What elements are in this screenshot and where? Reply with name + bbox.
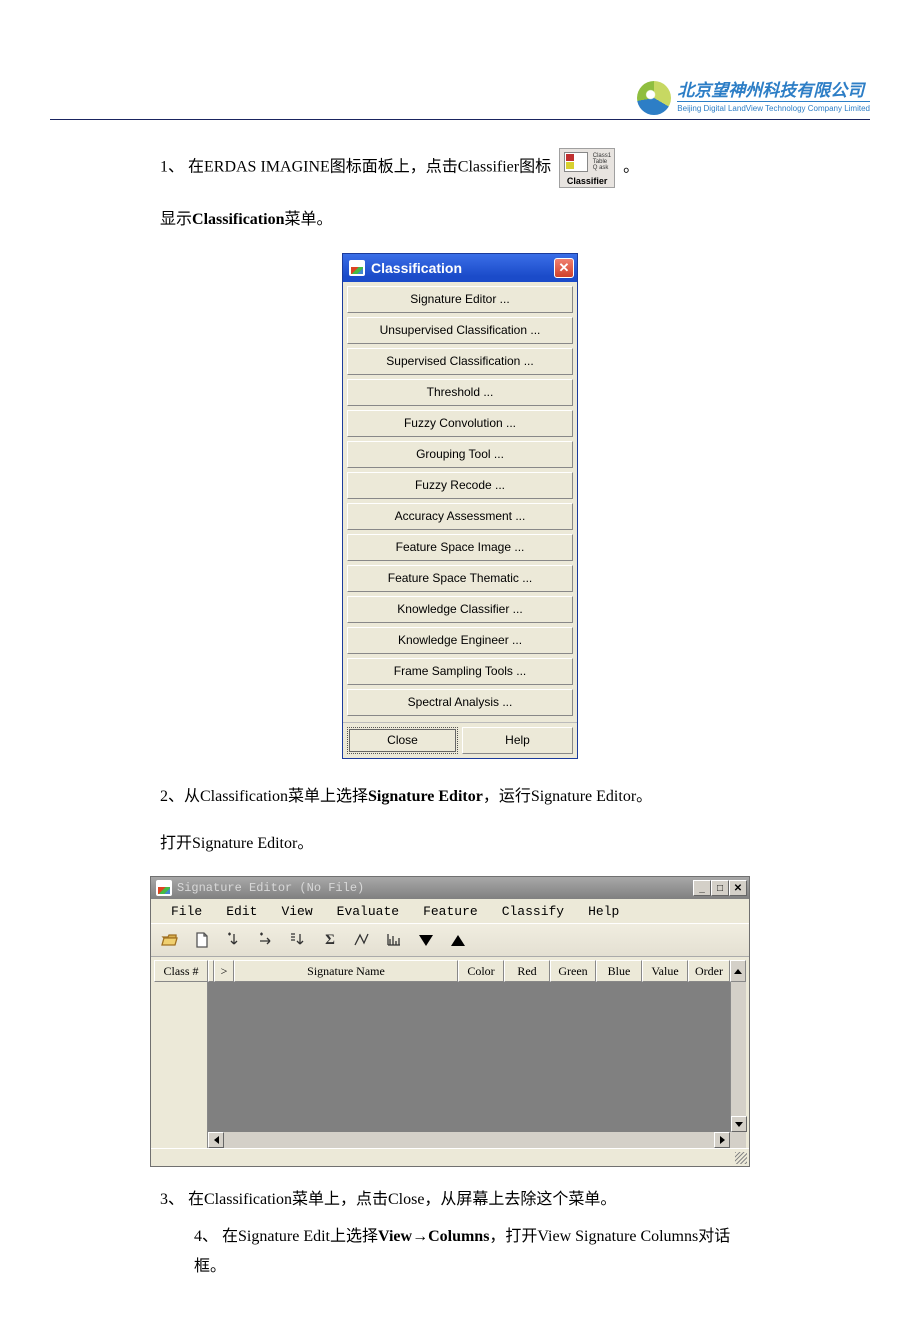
classifier-toolbar-icon: Class1TableQ ask Classifier (559, 148, 615, 188)
menu-frame-sampling-tools[interactable]: Frame Sampling Tools ... (347, 658, 573, 685)
step-1-text-b: 。 (623, 159, 639, 176)
new-icon[interactable] (191, 929, 213, 951)
add-down-icon[interactable] (223, 929, 245, 951)
company-name-cn: 北京望神州科技有限公司 (677, 82, 870, 99)
step-4: 4、 在Signature Edit上选择View→Columns，打开View… (160, 1222, 760, 1283)
sig-title-text: Signature Editor (No File) (177, 881, 364, 895)
menu-knowledge-engineer[interactable]: Knowledge Engineer ... (347, 627, 573, 654)
sig-titlebar[interactable]: Signature Editor (No File) _ □ ✕ (151, 877, 749, 899)
menu-accuracy-assessment[interactable]: Accuracy Assessment ... (347, 503, 573, 530)
menu-evaluate[interactable]: Evaluate (325, 902, 411, 921)
step-2: 2、从Classification菜单上选择Signature Editor，运… (160, 783, 760, 812)
dialog-close-button[interactable]: ✕ (554, 258, 574, 278)
close-button[interactable]: ✕ (729, 880, 747, 896)
menu-edit[interactable]: Edit (214, 902, 269, 921)
step-1-text-a: 1、 在ERDAS IMAGINE图标面板上，点击Classifier图标 (160, 159, 551, 176)
col-signature-name[interactable]: Signature Name (234, 960, 458, 982)
line-show-classification: 显示Classification菜单。 (160, 206, 760, 235)
col-order[interactable]: Order (688, 960, 730, 982)
sig-grid-body[interactable] (154, 982, 746, 1132)
vertical-scrollbar[interactable] (730, 982, 746, 1132)
menu-feature[interactable]: Feature (411, 902, 490, 921)
menu-feature-space-image[interactable]: Feature Space Image ... (347, 534, 573, 561)
page-header: 北京望神州科技有限公司 Beijing Digital LandView Tec… (50, 60, 870, 120)
menu-unsupervised-classification[interactable]: Unsupervised Classification ... (347, 317, 573, 344)
menu-classify[interactable]: Classify (490, 902, 576, 921)
dialog-close-btn[interactable]: Close (347, 727, 458, 754)
horizontal-scrollbar[interactable] (154, 1132, 746, 1148)
col-blue[interactable]: Blue (596, 960, 642, 982)
sig-toolbar: Σ (151, 923, 749, 957)
col-class-num[interactable]: Class # (154, 960, 208, 982)
erdas-app-icon (349, 260, 365, 276)
col-red[interactable]: Red (504, 960, 550, 982)
minimize-button[interactable]: _ (693, 880, 711, 896)
menu-supervised-classification[interactable]: Supervised Classification ... (347, 348, 573, 375)
scroll-left-button[interactable] (208, 1132, 224, 1148)
open-icon[interactable] (159, 929, 181, 951)
scroll-up-button[interactable] (730, 960, 746, 982)
dialog-titlebar[interactable]: Classification ✕ (343, 254, 577, 282)
company-logo: 北京望神州科技有限公司 Beijing Digital LandView Tec… (637, 81, 870, 115)
menu-grouping-tool[interactable]: Grouping Tool ... (347, 441, 573, 468)
dialog-title-text: Classification (371, 260, 462, 276)
menu-knowledge-classifier[interactable]: Knowledge Classifier ... (347, 596, 573, 623)
col-value[interactable]: Value (642, 960, 688, 982)
classification-dialog: Classification ✕ Signature Editor ... Un… (342, 253, 578, 759)
sig-statusbar (151, 1148, 749, 1166)
menu-help[interactable]: Help (576, 902, 631, 921)
dialog-help-btn[interactable]: Help (462, 727, 573, 754)
menu-feature-space-thematic[interactable]: Feature Space Thematic ... (347, 565, 573, 592)
logo-swirl-icon (637, 81, 671, 115)
menu-threshold[interactable]: Threshold ... (347, 379, 573, 406)
erdas-app-icon (156, 880, 172, 896)
sigma-icon[interactable]: Σ (319, 929, 341, 951)
list-down-icon[interactable] (287, 929, 309, 951)
menu-fuzzy-recode[interactable]: Fuzzy Recode ... (347, 472, 573, 499)
step-3: 3、 在Classification菜单上，点击Close，从屏幕上去除这个菜单… (160, 1185, 760, 1215)
add-right-icon[interactable] (255, 929, 277, 951)
menu-file[interactable]: File (159, 902, 214, 921)
line-open-signature-editor: 打开Signature Editor。 (160, 830, 760, 859)
menu-signature-editor[interactable]: Signature Editor ... (347, 286, 573, 313)
company-name-en: Beijing Digital LandView Technology Comp… (677, 104, 870, 114)
sig-grid-header: Class # > Signature Name Color Red Green… (154, 960, 746, 982)
col-caret[interactable]: > (214, 960, 234, 982)
menu-view[interactable]: View (269, 902, 324, 921)
col-green[interactable]: Green (550, 960, 596, 982)
triangle-down-icon[interactable] (415, 929, 437, 951)
menu-spectral-analysis[interactable]: Spectral Analysis ... (347, 689, 573, 716)
histogram-icon[interactable] (383, 929, 405, 951)
col-color[interactable]: Color (458, 960, 504, 982)
scroll-right-button[interactable] (714, 1132, 730, 1148)
maximize-button[interactable]: □ (711, 880, 729, 896)
menu-fuzzy-convolution[interactable]: Fuzzy Convolution ... (347, 410, 573, 437)
zigzag-icon[interactable] (351, 929, 373, 951)
scroll-down-button[interactable] (731, 1116, 747, 1132)
step-1: 1、 在ERDAS IMAGINE图标面板上，点击Classifier图标 Cl… (160, 148, 760, 188)
sig-menubar: File Edit View Evaluate Feature Classify… (151, 899, 749, 923)
classifier-icon-label: Classifier (560, 176, 614, 186)
signature-editor-window: Signature Editor (No File) _ □ ✕ File Ed… (150, 876, 750, 1167)
triangle-up-icon[interactable] (447, 929, 469, 951)
